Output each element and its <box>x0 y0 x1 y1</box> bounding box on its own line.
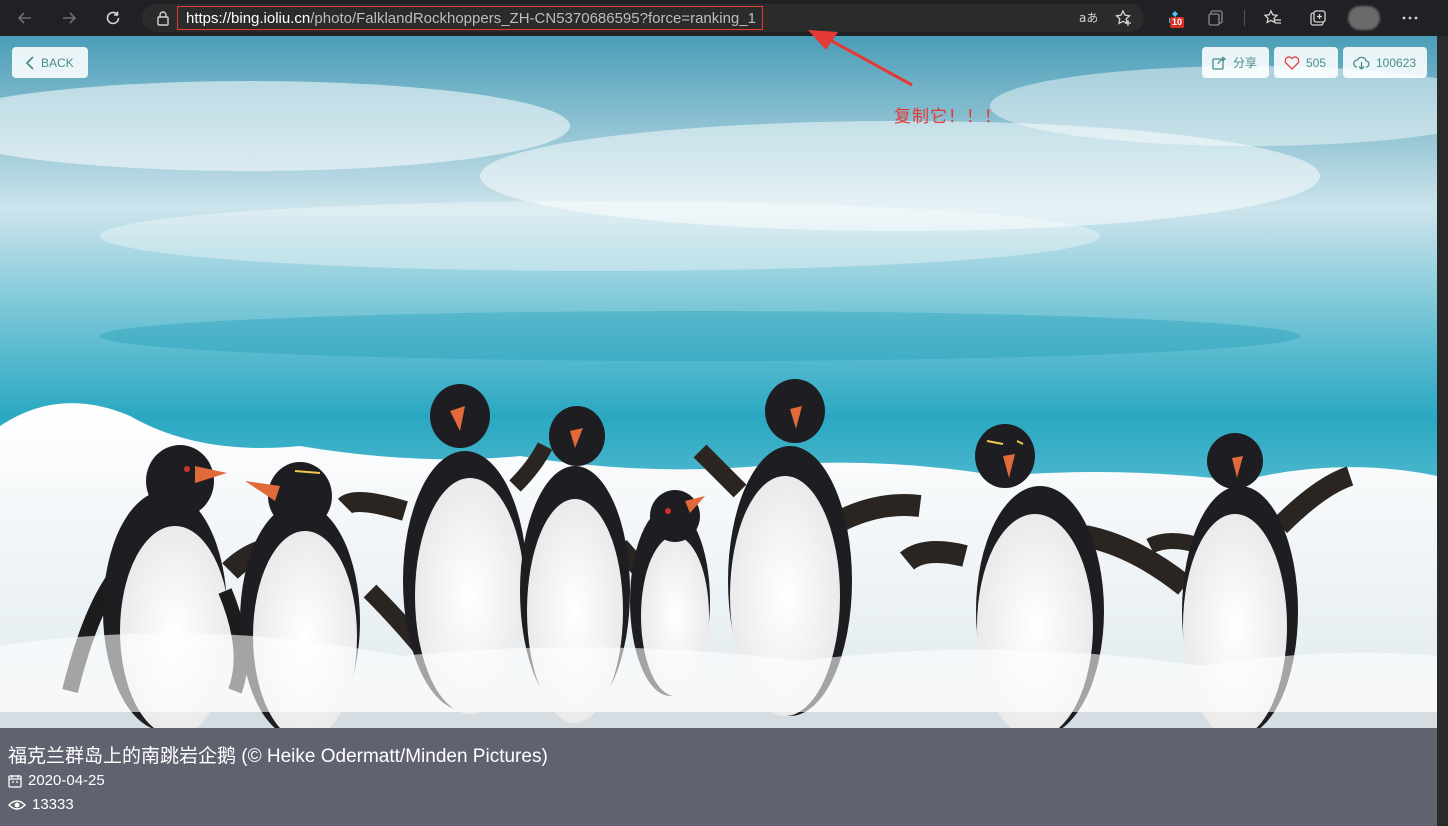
url-field[interactable]: https://bing.ioliu.cn/photo/FalklandRock… <box>177 6 763 30</box>
caption-panel: 福克兰群岛上的南跳岩企鹅 (© Heike Odermatt/Minden Pi… <box>0 728 1437 826</box>
add-favorite-icon[interactable] <box>1112 6 1136 30</box>
share-icon <box>1212 55 1227 70</box>
back-label: BACK <box>41 55 74 70</box>
back-button[interactable]: BACK <box>12 47 88 78</box>
eye-icon <box>8 799 26 810</box>
collections-icon[interactable] <box>1204 6 1228 30</box>
url-host: https://bing.ioliu.cn <box>186 9 311 27</box>
refresh-icon[interactable] <box>99 4 127 32</box>
photo-title: 福克兰群岛上的南跳岩企鹅 (© Heike Odermatt/Minden Pi… <box>8 746 548 767</box>
wallpaper-photo <box>0 36 1437 728</box>
like-button[interactable]: 505 <box>1274 47 1338 78</box>
heart-icon <box>1284 55 1300 70</box>
annotation-text: 复制它！！！ <box>894 107 1002 126</box>
view-count: 13333 <box>32 796 74 813</box>
svg-text:aあ: aあ <box>1079 11 1097 25</box>
browser-toolbar: https://bing.ioliu.cn/photo/FalklandRock… <box>0 0 1448 36</box>
cloud-download-icon <box>1353 56 1370 70</box>
toolbar-divider <box>1244 10 1245 26</box>
views-row: 13333 <box>8 796 74 813</box>
share-label: 分享 <box>1233 56 1258 70</box>
scrollbar[interactable] <box>1437 36 1448 826</box>
favorites-icon[interactable] <box>1261 6 1285 30</box>
download-button[interactable]: 100623 <box>1343 47 1427 78</box>
forward-arrow-icon[interactable] <box>55 4 83 32</box>
url-path: /photo/FalklandRockhoppers_ZH-CN53706865… <box>310 9 756 27</box>
calendar-icon <box>8 774 22 788</box>
share-button[interactable]: 分享 <box>1202 47 1269 78</box>
more-icon[interactable] <box>1398 6 1422 30</box>
like-count: 505 <box>1306 55 1327 70</box>
tab-actions-icon[interactable] <box>1306 6 1330 30</box>
extension-badge: 10 <box>1170 17 1185 28</box>
lock-icon[interactable] <box>156 10 170 31</box>
read-aloud-icon[interactable]: aあ <box>1076 6 1100 30</box>
chevron-left-icon <box>25 55 34 70</box>
back-arrow-icon[interactable] <box>11 4 39 32</box>
photo-date: 2020-04-25 <box>28 772 105 789</box>
address-bar[interactable]: https://bing.ioliu.cn/photo/FalklandRock… <box>142 4 1144 32</box>
download-count: 100623 <box>1376 55 1417 70</box>
profile-avatar[interactable] <box>1348 6 1380 30</box>
date-row: 2020-04-25 <box>8 772 105 789</box>
